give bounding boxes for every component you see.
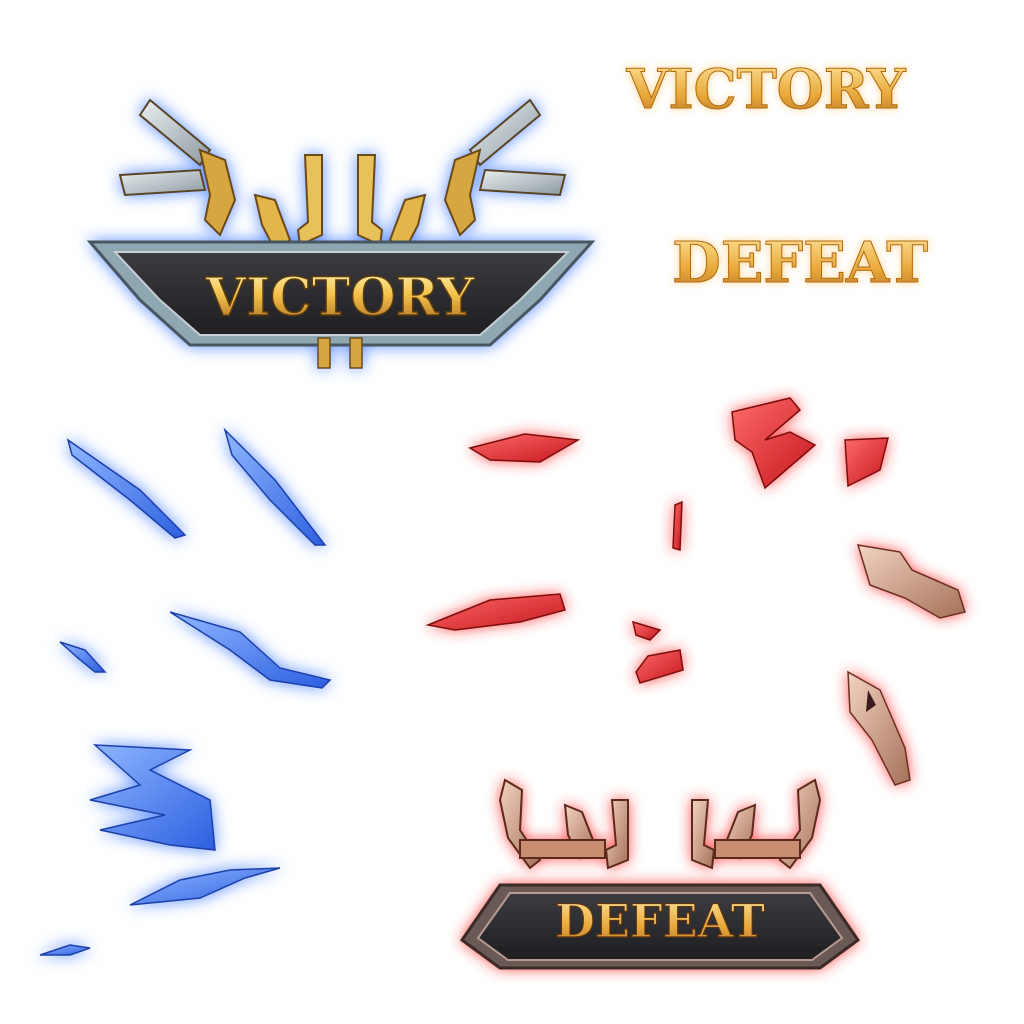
defeat-right-ornament <box>691 778 822 870</box>
blue-shard <box>39 944 91 956</box>
blue-shard <box>66 438 187 539</box>
victory-title: VICTORY <box>625 57 907 121</box>
defeat-title: DEFEAT <box>672 230 928 296</box>
victory-banner-text: VICTORY <box>205 267 476 328</box>
blue-shard <box>59 641 107 673</box>
blue-shard <box>129 867 281 906</box>
red-shard <box>631 620 662 641</box>
red-shard <box>847 670 911 786</box>
red-shard <box>856 544 966 619</box>
red-shard <box>635 649 684 684</box>
sprite-sheet: VICTORY VICTORY DEFEAT DEFEAT <box>39 57 966 970</box>
blue-shards <box>39 427 332 956</box>
blue-shard <box>89 744 216 851</box>
defeat-banner-text: DEFEAT <box>555 894 765 948</box>
red-shard <box>468 433 581 463</box>
red-shard <box>844 437 889 488</box>
red-shard <box>731 397 817 490</box>
victory-right-wing <box>357 98 567 252</box>
victory-left-wing <box>118 98 323 252</box>
red-shard <box>425 593 566 631</box>
blue-shard <box>169 611 332 689</box>
red-shards <box>425 397 966 786</box>
blue-shard <box>223 427 327 546</box>
defeat-left-ornament <box>498 778 629 870</box>
defeat-banner: DEFEAT <box>459 778 861 970</box>
victory-banner: VICTORY <box>86 98 596 369</box>
red-shard <box>672 500 683 551</box>
